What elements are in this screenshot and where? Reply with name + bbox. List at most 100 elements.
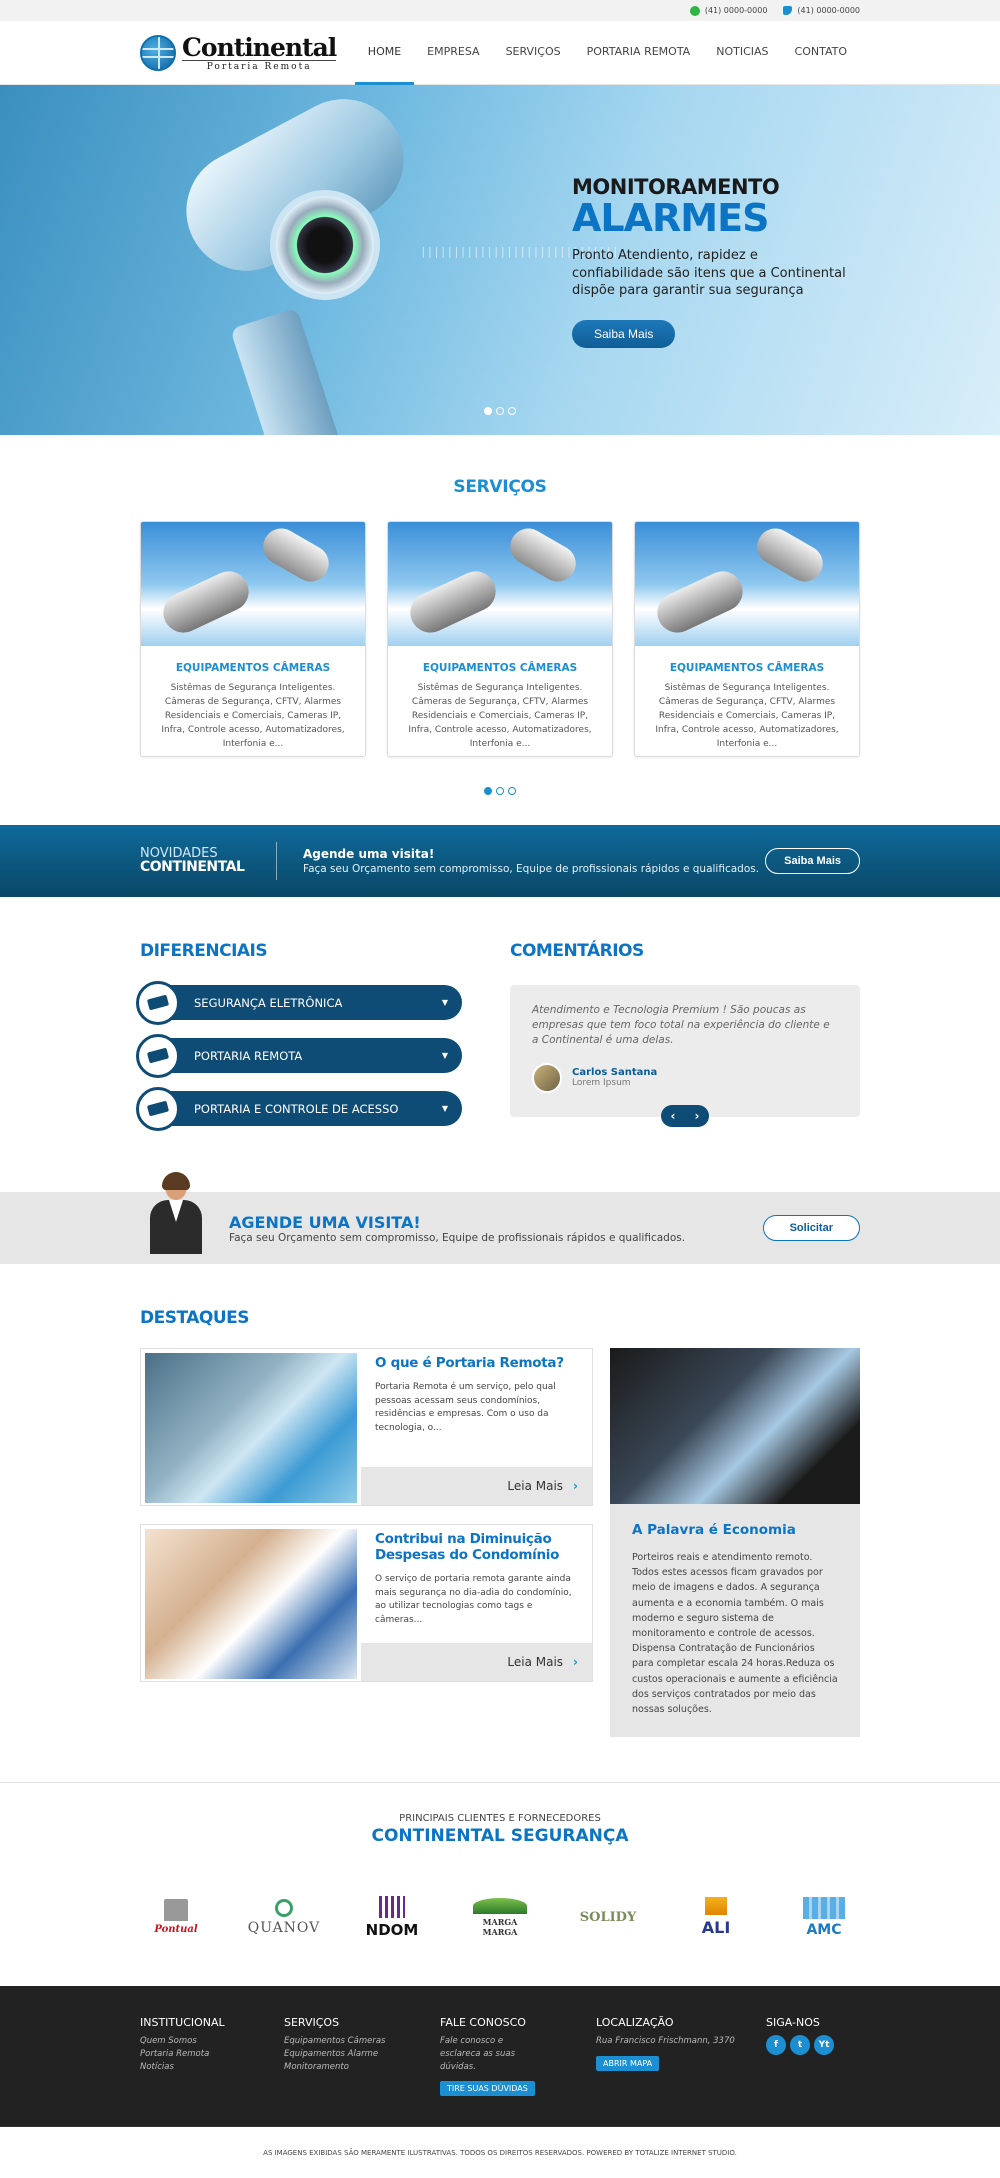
phone-contact[interactable]: (41) 0000-0000 xyxy=(783,6,860,15)
nav-portaria-remota[interactable]: PORTARIA REMOTA xyxy=(574,21,704,85)
post-title[interactable]: Contribui na Diminuição Despesas do Cond… xyxy=(375,1531,578,1563)
carousel-dot[interactable] xyxy=(508,787,516,795)
destaques-title: DESTAQUES xyxy=(140,1308,250,1328)
post-title[interactable]: O que é Portaria Remota? xyxy=(375,1355,578,1371)
client-logos: Pontual QUANOV NDOM MARGA MARGA SOLIDY A… xyxy=(140,1886,860,1948)
testimonial-quote: Atendimento e Tecnologia Premium ! São p… xyxy=(532,1004,830,1047)
nav-home[interactable]: HOME xyxy=(354,21,415,85)
brand-name: Continental xyxy=(182,32,337,62)
destaques-section: DESTAQUES O que é Portaria Remota? Porta… xyxy=(0,1264,1000,1782)
accordion-label: SEGURANÇA ELETRÔNICA xyxy=(194,995,343,1010)
author-role: Lorem Ipsum xyxy=(572,1078,631,1089)
post-card: O que é Portaria Remota? Portaria Remota… xyxy=(140,1348,593,1506)
service-card[interactable]: EQUIPAMENTOS CÂMERAS Sistêmas de Seguran… xyxy=(634,521,860,757)
topbar: (41) 0000-0000 (41) 0000-0000 xyxy=(0,0,1000,21)
clientes-title: CONTINENTAL SEGURANÇA xyxy=(371,1826,629,1847)
testimonial-nav: ‹ › xyxy=(661,1105,709,1127)
footer-link[interactable]: Equipamentos Câmeras xyxy=(284,2035,440,2048)
phone-icon xyxy=(783,6,793,15)
chevron-left-icon[interactable]: ‹ xyxy=(671,1109,676,1123)
carousel-dot[interactable] xyxy=(496,787,504,795)
youtube-icon[interactable]: Yt xyxy=(814,2035,834,2056)
client-logo-ali[interactable]: ALI xyxy=(680,1886,752,1948)
card-image xyxy=(388,522,612,646)
footer-social: SIGA-NOS f t Yt xyxy=(766,2016,860,2096)
tire-duvidas-button[interactable]: TIRE SUAS DÚVIDAS xyxy=(440,2081,535,2097)
client-logo-ndom[interactable]: NDOM xyxy=(356,1886,428,1948)
carousel-dot[interactable] xyxy=(484,787,492,795)
client-logo-marga[interactable]: MARGA MARGA xyxy=(464,1886,536,1948)
client-logo-solidy[interactable]: SOLIDY xyxy=(572,1886,644,1948)
nav-empresa[interactable]: EMPRESA xyxy=(414,21,492,85)
clientes-section: PRINCIPAIS CLIENTES E FORNECEDORES CONTI… xyxy=(0,1782,1000,1986)
nav-noticias[interactable]: NOTICIAS xyxy=(703,21,781,85)
footer-text: Fale conosco e esclareca as suas dúvidas… xyxy=(440,2036,516,2072)
post-excerpt: O serviço de portaria remota garante ain… xyxy=(375,1574,572,1625)
footer-link[interactable]: Monitoramento xyxy=(284,2061,440,2074)
agende-heading: AGENDE UMA VISITA! xyxy=(229,1212,421,1232)
continental-label: CONTINENTAL xyxy=(140,859,245,876)
carousel-dots xyxy=(140,787,860,795)
whatsapp-contact[interactable]: (41) 0000-0000 xyxy=(689,5,767,16)
hero-slider: |||||||||||||||||||||||||||||| MONITORAM… xyxy=(0,85,1000,435)
abrir-mapa-button[interactable]: ABRIR MAPA xyxy=(596,2055,660,2071)
twitter-icon[interactable]: t xyxy=(790,2035,810,2056)
section-title: SERVIÇOS xyxy=(453,477,547,497)
nav-contato[interactable]: CONTATO xyxy=(782,21,860,85)
side-title[interactable]: A Palavra é Economia xyxy=(610,1504,860,1538)
client-logo-quanov[interactable]: QUANOV xyxy=(248,1886,320,1948)
footer-heading: FALE CONOSCO xyxy=(440,2016,526,2030)
nav-servicos[interactable]: SERVIÇOS xyxy=(493,21,574,85)
post-card: Contribui na Diminuição Despesas do Cond… xyxy=(140,1524,593,1682)
chevron-down-icon: ▼ xyxy=(441,998,448,1007)
hero-saiba-mais-button[interactable]: Saiba Mais xyxy=(572,319,676,348)
diferenciais-title: DIFERENCIAIS xyxy=(140,941,268,961)
facebook-icon[interactable]: f xyxy=(766,2035,786,2056)
leia-mais-label: Leia Mais xyxy=(507,1479,564,1493)
post-image xyxy=(145,1353,357,1503)
chevron-down-icon: ▼ xyxy=(441,1051,448,1060)
avatar xyxy=(532,1062,562,1093)
slider-dot[interactable] xyxy=(484,407,492,415)
card-title: EQUIPAMENTOS CÂMERAS xyxy=(175,662,331,674)
featured-side-card: A Palavra é Economia Porteiros reais e a… xyxy=(610,1348,860,1738)
brand-tagline: Portaria Remota xyxy=(182,59,337,72)
band-saiba-mais-button[interactable]: Saiba Mais xyxy=(765,848,860,874)
service-card[interactable]: EQUIPAMENTOS CÂMERAS Sistêmas de Seguran… xyxy=(387,521,613,757)
accordion-item[interactable]: SEGURANÇA ELETRÔNICA ▼ xyxy=(136,980,462,1025)
chevron-right-icon: › xyxy=(573,1655,578,1669)
chevron-right-icon: › xyxy=(573,1479,578,1493)
camera-icon-circle xyxy=(136,1033,180,1078)
band-heading: Agende uma visita! xyxy=(303,847,435,861)
footer-link[interactable]: Portaria Remota xyxy=(140,2048,284,2061)
footer-link[interactable]: Notícias xyxy=(140,2061,284,2074)
footer-link[interactable]: Equipamentos Alarme xyxy=(284,2048,440,2061)
card-title: EQUIPAMENTOS CÂMERAS xyxy=(669,662,825,674)
testimonial-box: Atendimento e Tecnologia Premium ! São p… xyxy=(510,985,860,1127)
card-description: Sistêmas de Segurança Inteligentes. Câme… xyxy=(655,683,839,749)
slider-dot[interactable] xyxy=(496,407,504,415)
footer-link[interactable]: Quem Somos xyxy=(140,2035,284,2048)
footer-localizacao: LOCALIZAÇÃO Rua Francisco Frischmann, 33… xyxy=(596,2016,766,2096)
client-logo-pontual[interactable]: Pontual xyxy=(140,1886,212,1948)
card-description: Sistêmas de Segurança Inteligentes. Câme… xyxy=(408,683,592,749)
service-card[interactable]: EQUIPAMENTOS CÂMERAS Sistêmas de Seguran… xyxy=(140,521,366,757)
client-logo-amc[interactable]: AMC xyxy=(788,1886,860,1948)
camera-icon xyxy=(146,1047,170,1064)
logo[interactable]: Continental Portaria Remota xyxy=(140,32,337,72)
accordion-item[interactable]: PORTARIA REMOTA ▼ xyxy=(136,1033,462,1078)
leia-mais-link[interactable]: Leia Mais › xyxy=(361,1643,592,1681)
camera-icon xyxy=(146,1100,170,1117)
leia-mais-link[interactable]: Leia Mais › xyxy=(361,1467,592,1505)
footer-address: Rua Francisco Frischmann, 3370 xyxy=(596,2036,735,2047)
camera-icon-circle xyxy=(136,980,180,1025)
slider-dot[interactable] xyxy=(508,407,516,415)
accordion-label: PORTARIA REMOTA xyxy=(194,1048,303,1063)
author-name: Carlos Santana xyxy=(572,1067,658,1079)
accordion-label: PORTARIA E CONTROLE DE ACESSO xyxy=(194,1101,399,1116)
accordion-item[interactable]: PORTARIA E CONTROLE DE ACESSO ▼ xyxy=(136,1086,462,1131)
card-image xyxy=(141,522,365,646)
hero-description: Pronto Atendiento, rapidez e confiabilid… xyxy=(572,248,846,299)
solicitar-button[interactable]: Solicitar xyxy=(762,1215,860,1241)
chevron-right-icon[interactable]: › xyxy=(695,1109,700,1123)
